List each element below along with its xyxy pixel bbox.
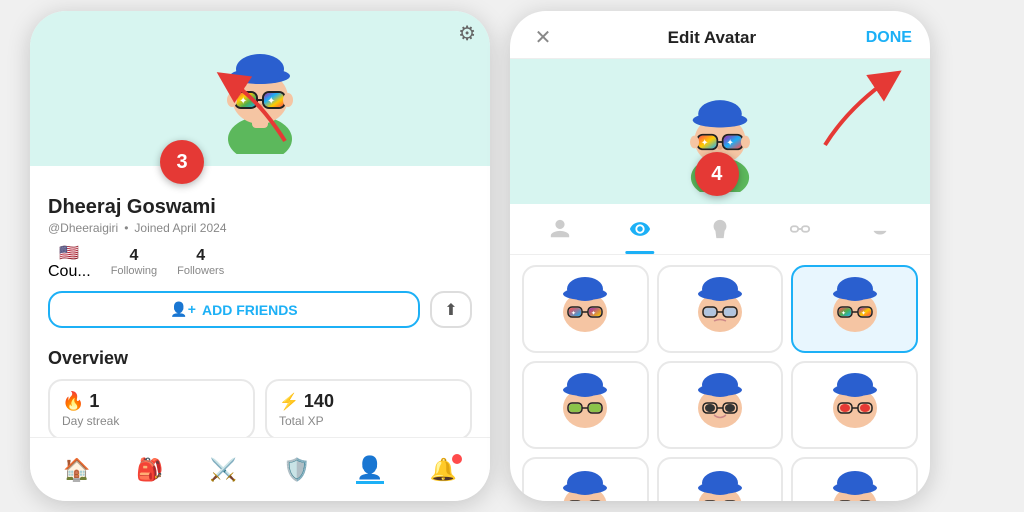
add-friends-icon: 👤+ (170, 301, 196, 318)
add-friends-label: ADD FRIENDS (202, 302, 298, 318)
profile-username: @Dheeraigiri (48, 221, 118, 235)
streak-card: 🔥 1 Day streak (48, 379, 255, 440)
annotation-circle-4: 4 (695, 152, 739, 196)
header-title: Edit Avatar (668, 28, 757, 48)
tab-eyes[interactable] (619, 212, 661, 254)
svg-text:✦: ✦ (841, 310, 846, 317)
country-label: Cou... (48, 263, 91, 281)
xp-card: ⚡ 140 Total XP (265, 379, 472, 440)
avatar-option-1[interactable] (657, 265, 784, 353)
avatar-option-8[interactable] (791, 457, 918, 501)
streak-value: 🔥 1 (62, 391, 241, 412)
svg-text:✦: ✦ (239, 96, 247, 107)
svg-text:✦: ✦ (571, 310, 576, 317)
avatar-grid: ✦ ✦ (510, 255, 930, 501)
share-icon: ⬆ (444, 300, 457, 320)
bottom-nav: 🏠 🎒 ⚔️ 🛡️ 👤 🔔 (30, 437, 490, 501)
avatar-option-7[interactable] (657, 457, 784, 501)
tab-mouth[interactable] (859, 212, 901, 254)
nav-duel[interactable]: ⚔️ (210, 457, 237, 483)
edit-avatar-header: ✕ Edit Avatar DONE (510, 11, 930, 59)
avatar-option-4[interactable] (657, 361, 784, 449)
overview-section: Overview 🔥 1 Day streak ⚡ 140 Total XP (30, 348, 490, 440)
avatar-banner-left: ⚙ ✦ ✦ (30, 11, 490, 166)
avatar-tab-icons (510, 204, 930, 255)
profile-icon: 👤 (356, 455, 383, 481)
quest-icon: 🛡️ (283, 457, 310, 483)
share-button[interactable]: ⬆ (430, 291, 472, 328)
nav-notifications[interactable]: 🔔 (430, 457, 457, 483)
avatar-option-3[interactable] (522, 361, 649, 449)
svg-text:✦: ✦ (591, 310, 596, 317)
stats-row: 🇺🇸 Cou... 4 Following 4 Followers (48, 243, 472, 281)
stat-following[interactable]: 4 Following (111, 247, 157, 277)
stat-followers[interactable]: 4 Followers (177, 247, 224, 277)
streak-label: Day streak (62, 414, 241, 428)
profile-meta: @Dheeraigiri • Joined April 2024 (48, 221, 472, 235)
annotation-circle-3: 3 (160, 140, 204, 184)
overview-title: Overview (48, 348, 472, 369)
streak-number: 1 (89, 391, 99, 412)
profile-joined: Joined April 2024 (134, 221, 226, 235)
tab-body[interactable] (539, 212, 581, 254)
overview-cards: 🔥 1 Day streak ⚡ 140 Total XP (48, 379, 472, 440)
avatar-option-5[interactable] (791, 361, 918, 449)
add-friends-button[interactable]: 👤+ ADD FRIENDS (48, 291, 420, 328)
right-phone: ✕ Edit Avatar DONE ✦ ✦ (510, 11, 930, 501)
svg-text:✦: ✦ (726, 137, 734, 147)
followers-label: Followers (177, 265, 224, 277)
nav-learn[interactable]: 🎒 (136, 457, 163, 483)
xp-label: Total XP (279, 414, 458, 428)
action-row: 👤+ ADD FRIENDS ⬆ (48, 291, 472, 328)
xp-number: 140 (304, 391, 334, 412)
home-icon: 🏠 (63, 457, 90, 483)
fire-icon: 🔥 (62, 391, 84, 412)
learn-icon: 🎒 (136, 457, 163, 483)
avatar-option-6[interactable] (522, 457, 649, 501)
settings-icon[interactable]: ⚙ (458, 21, 476, 46)
duel-icon: ⚔️ (210, 457, 237, 483)
xp-value: ⚡ 140 (279, 391, 458, 412)
nav-quest[interactable]: 🛡️ (283, 457, 310, 483)
notification-badge (452, 454, 462, 464)
tab-hair[interactable] (699, 212, 741, 254)
stat-country: 🇺🇸 Cou... (48, 243, 91, 281)
close-button[interactable]: ✕ (528, 25, 558, 50)
following-count: 4 (129, 247, 138, 265)
profile-section: Dheeraj Goswami @Dheeraigiri • Joined Ap… (30, 186, 490, 348)
nav-profile[interactable]: 👤 (356, 455, 383, 484)
left-phone: ⚙ ✦ ✦ (30, 11, 490, 501)
svg-text:✦: ✦ (861, 310, 866, 317)
avatar-banner-right: ✦ ✦ (510, 59, 930, 204)
profile-name: Dheeraj Goswami (48, 196, 472, 219)
annotation-arrow-right (810, 65, 910, 155)
flag-icon: 🇺🇸 (59, 243, 79, 263)
bolt-icon: ⚡ (279, 392, 299, 412)
done-button[interactable]: DONE (866, 29, 912, 47)
nav-home[interactable]: 🏠 (63, 457, 90, 483)
avatar-image-left[interactable]: ✦ ✦ (205, 24, 315, 154)
svg-text:✦: ✦ (267, 96, 275, 107)
avatar-option-0[interactable]: ✦ ✦ (522, 265, 649, 353)
followers-count: 4 (196, 247, 205, 265)
svg-text:✦: ✦ (701, 137, 709, 147)
tab-glasses[interactable] (779, 212, 821, 254)
following-label: Following (111, 265, 157, 277)
avatar-option-2[interactable]: ✦ ✦ (791, 265, 918, 353)
